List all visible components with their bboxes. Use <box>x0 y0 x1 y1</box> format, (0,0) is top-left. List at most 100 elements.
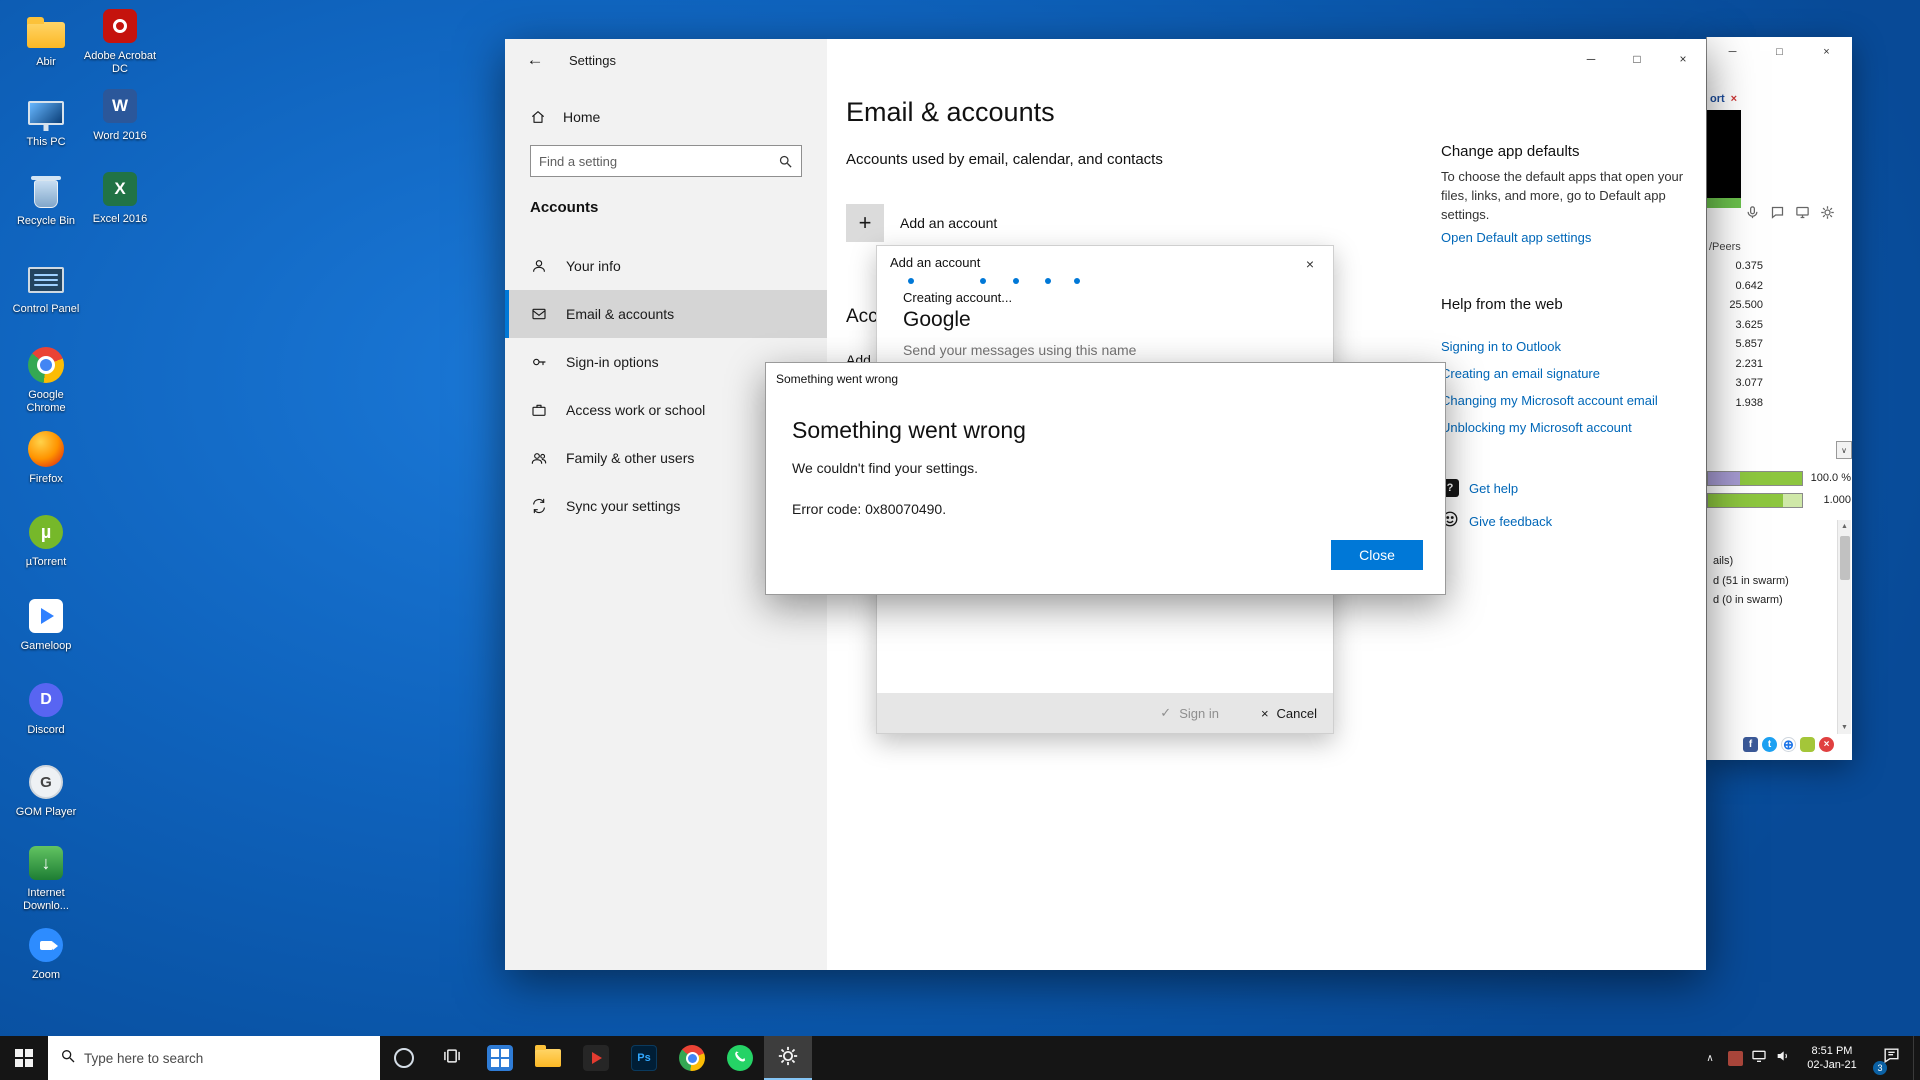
microphone-icon[interactable] <box>1745 205 1760 220</box>
close-icon: × <box>1306 256 1314 272</box>
desktop-icon-recycle-bin[interactable]: Recycle Bin <box>8 171 84 228</box>
search-input[interactable] <box>531 154 778 169</box>
desktop-icon-this-pc[interactable]: This PC <box>8 92 84 149</box>
action-center-button[interactable]: 3 <box>1869 1036 1913 1080</box>
task-view-button[interactable] <box>428 1036 476 1080</box>
zoom-icon <box>26 925 66 965</box>
media-player-icon <box>583 1045 609 1071</box>
desktop-icon-zoom[interactable]: Zoom <box>8 925 84 982</box>
chevron-down-icon: ∨ <box>1841 446 1847 455</box>
scroll-down-icon[interactable]: ▼ <box>1841 721 1848 734</box>
sidebar-item-email-accounts[interactable]: Email & accounts <box>505 290 827 338</box>
desktop-icon-gom-player[interactable]: G GOM Player <box>8 762 84 819</box>
globe-icon[interactable]: ⊕ <box>1781 737 1796 752</box>
close-button[interactable]: × <box>1803 37 1850 67</box>
taskbar-search-box[interactable] <box>48 1036 380 1080</box>
recycle-bin-icon <box>26 171 66 211</box>
close-button[interactable]: Close <box>1331 540 1423 570</box>
desktop-icon-acrobat[interactable]: Adobe Acrobat DC <box>82 6 158 76</box>
desktop-icon-excel[interactable]: X Excel 2016 <box>82 169 158 226</box>
desktop-icon-abir[interactable]: Abir <box>8 12 84 69</box>
give-feedback-link[interactable]: Give feedback <box>1441 510 1552 533</box>
taskbar-search-input[interactable] <box>84 1051 368 1066</box>
settings-search-box[interactable] <box>530 145 802 177</box>
taskbar-settings[interactable] <box>764 1036 812 1080</box>
close-circle-icon[interactable]: × <box>1819 737 1834 752</box>
android-icon[interactable] <box>1800 737 1815 752</box>
start-button[interactable] <box>0 1036 48 1080</box>
taskbar-app-grid[interactable] <box>476 1036 524 1080</box>
photoshop-icon: Ps <box>631 1045 657 1071</box>
taskbar-media-player[interactable] <box>572 1036 620 1080</box>
desktop-icon-label: Firefox <box>29 473 63 486</box>
desktop-icon-idm[interactable]: ↓ Internet Downlo... <box>8 843 84 913</box>
help-link-signature[interactable]: Creating an email signature <box>1441 366 1600 381</box>
twitter-icon[interactable]: t <box>1762 737 1777 752</box>
desktop-icon-control-panel[interactable]: Control Panel <box>8 259 84 316</box>
desktop-icon-word[interactable]: W Word 2016 <box>82 86 158 143</box>
monitor-icon[interactable] <box>1795 205 1810 220</box>
help-link-unblock-account[interactable]: Unblocking my Microsoft account <box>1441 420 1632 435</box>
value-cell: 5.857 <box>1707 335 1763 355</box>
acrobat-icon <box>100 6 140 46</box>
help-link-outlook[interactable]: Signing in to Outlook <box>1441 339 1561 354</box>
taskbar-photoshop[interactable]: Ps <box>620 1036 668 1080</box>
taskbar-clock[interactable]: 8:51 PM 02-Jan-21 <box>1795 1036 1869 1080</box>
sign-in-button[interactable]: ✓ Sign in <box>1160 705 1219 721</box>
cortana-icon <box>394 1048 414 1068</box>
desktop-icon-chrome[interactable]: Google Chrome <box>8 345 84 415</box>
tab-close-icon[interactable]: × <box>1731 93 1737 105</box>
chat-icon[interactable] <box>1770 205 1785 220</box>
gear-icon[interactable] <box>1820 205 1835 220</box>
desktop-icon-gameloop[interactable]: Gameloop <box>8 596 84 653</box>
back-arrow-icon: ← <box>527 50 544 70</box>
windows-logo-icon <box>15 1049 33 1067</box>
cancel-label: Cancel <box>1277 706 1317 721</box>
torrent-tab[interactable]: ort × <box>1710 93 1737 105</box>
window-controls: ─ □ × <box>1709 37 1850 67</box>
key-icon <box>530 354 548 370</box>
page-title: Email & accounts <box>846 97 1055 128</box>
dropdown-button[interactable]: ∨ <box>1836 441 1852 459</box>
window-title: Settings <box>569 53 616 68</box>
scrollbar[interactable]: ▲ ▼ <box>1837 520 1851 734</box>
sidebar-item-home[interactable]: Home <box>519 99 610 135</box>
add-account-label: Add an account <box>900 215 997 231</box>
maximize-button[interactable]: □ <box>1756 37 1803 67</box>
status-lines: ails) d (51 in swarm) d (0 in swarm) <box>1713 552 1789 611</box>
help-link-change-email[interactable]: Changing my Microsoft account email <box>1441 393 1658 408</box>
scrollbar-thumb[interactable] <box>1840 536 1850 580</box>
sidebar-item-your-info[interactable]: Your info <box>505 242 827 290</box>
taskbar-file-explorer[interactable] <box>524 1036 572 1080</box>
back-button[interactable]: ← <box>519 45 551 75</box>
close-button[interactable]: × <box>1293 250 1327 278</box>
cancel-button[interactable]: × Cancel <box>1261 706 1317 721</box>
facebook-icon[interactable]: f <box>1743 737 1758 752</box>
show-desktop-button[interactable] <box>1913 1036 1920 1080</box>
add-account-button[interactable]: + Add an account <box>846 204 997 242</box>
sidebar-item-label: Sign-in options <box>566 354 659 370</box>
partial-section-heading: Acc <box>846 306 878 328</box>
sidebar-item-label: Home <box>563 109 600 125</box>
sidebar-item-label: Email & accounts <box>566 306 674 322</box>
get-help-label: Get help <box>1469 481 1518 496</box>
desktop-icon-discord[interactable]: D Discord <box>8 680 84 737</box>
home-icon <box>529 109 547 125</box>
open-default-apps-link[interactable]: Open Default app settings <box>1441 230 1591 245</box>
get-help-link[interactable]: ? Get help <box>1441 479 1518 497</box>
tray-app-button[interactable] <box>1723 1036 1747 1080</box>
desktop-icon-utorrent[interactable]: µ µTorrent <box>8 512 84 569</box>
network-button[interactable] <box>1747 1036 1771 1080</box>
desktop-icon-label: Zoom <box>32 969 60 982</box>
tray-expand-button[interactable]: ∧ <box>1697 1036 1723 1080</box>
desktop-icon-firefox[interactable]: Firefox <box>8 429 84 486</box>
taskbar-whatsapp[interactable] <box>716 1036 764 1080</box>
cortana-button[interactable] <box>380 1036 428 1080</box>
volume-button[interactable] <box>1771 1036 1795 1080</box>
utorrent-icon: µ <box>26 512 66 552</box>
ratio-value: 1.000 <box>1805 494 1851 506</box>
scroll-up-icon[interactable]: ▲ <box>1841 520 1848 533</box>
minimize-button[interactable]: ─ <box>1709 37 1756 67</box>
sidebar-item-label: Family & other users <box>566 450 694 466</box>
taskbar-chrome[interactable] <box>668 1036 716 1080</box>
